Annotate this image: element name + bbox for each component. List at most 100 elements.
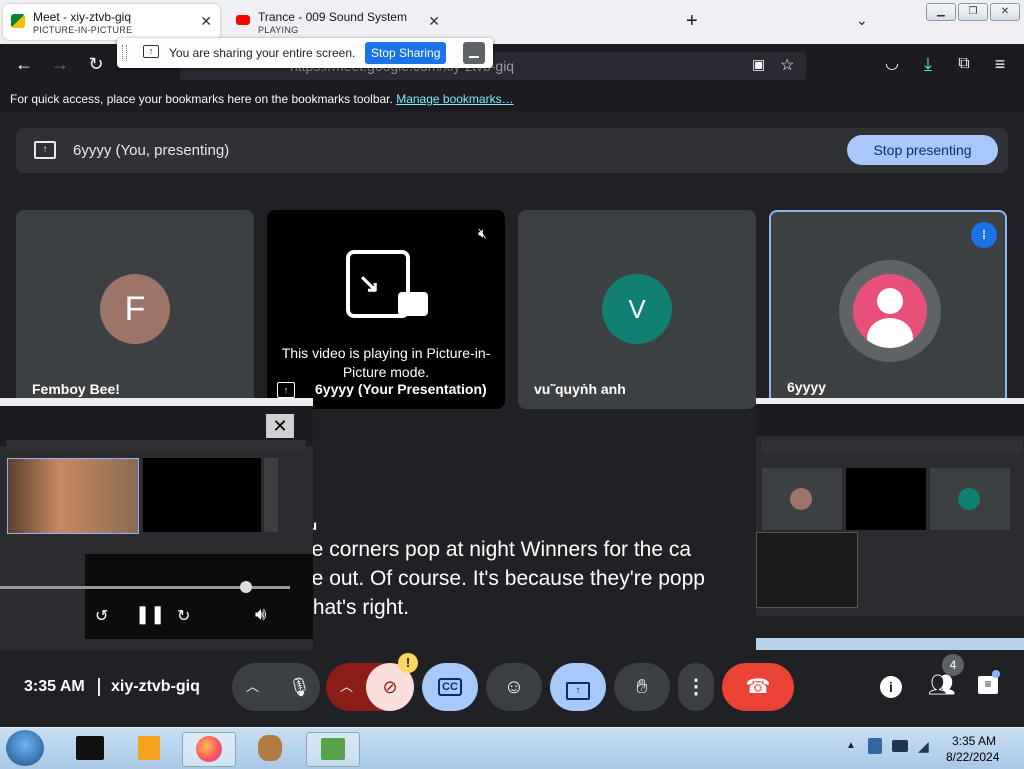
warning-badge: !: [398, 653, 418, 673]
tab-title: Meet - xiy-ztvb-giq: [33, 10, 132, 24]
camera-button[interactable]: ︿ ⊘ !: [326, 653, 418, 711]
chevron-up-icon[interactable]: ︿: [340, 663, 353, 711]
mini-tile: [7, 458, 139, 534]
share-screen-icon: ↑: [143, 45, 159, 58]
stop-presenting-button[interactable]: Stop presenting: [847, 135, 998, 165]
end-call-icon: ☎︎: [745, 676, 771, 698]
pip-close-button[interactable]: ✕: [266, 414, 294, 438]
minimize-window-icon[interactable]: ▁: [926, 3, 956, 21]
mic-button[interactable]: ︿ 🎙︎: [232, 663, 320, 711]
participant-tile[interactable]: F Femboy Bee!: [16, 210, 254, 409]
avatar: [839, 260, 941, 362]
present-screen-icon: ↑: [566, 682, 590, 700]
microphone-icon: 🎙︎: [288, 677, 311, 697]
close-window-icon[interactable]: ✕: [990, 3, 1020, 21]
star-icon[interactable]: ☆: [780, 55, 794, 75]
meeting-code: xiy-ztvb-giq: [111, 678, 200, 695]
seek-forward-icon[interactable]: ↻: [177, 606, 190, 626]
participant-name: 6yyyy: [787, 379, 826, 395]
tray-expand-icon[interactable]: ▲: [846, 740, 856, 751]
avatar: F: [100, 274, 170, 344]
stop-sharing-button[interactable]: Stop Sharing: [365, 42, 447, 64]
participant-tile-self[interactable]: ⁞ 6yyyy: [769, 210, 1007, 409]
caption-speaker: ou: [300, 515, 760, 535]
muted-icon: 🔇︎: [478, 225, 487, 241]
chevron-down-icon[interactable]: ⌄: [856, 12, 868, 29]
close-tab-icon[interactable]: ✕: [200, 13, 212, 30]
restore-window-icon[interactable]: ❐: [958, 3, 988, 21]
taskbar-app-terminal[interactable]: [64, 732, 116, 765]
hand-icon: ✋︎: [636, 676, 648, 698]
drag-handle-icon[interactable]: [122, 45, 127, 61]
seek-slider[interactable]: [0, 581, 290, 593]
tab-subtitle: PLAYING: [258, 25, 299, 35]
network-icon[interactable]: [892, 740, 908, 752]
caption-line: That's right.: [300, 596, 410, 619]
bookmarks-hint: For quick access, place your bookmarks h…: [10, 92, 393, 106]
forward-icon[interactable]: →: [48, 52, 72, 76]
more-vert-icon: ⋮: [686, 676, 706, 698]
new-tab-icon[interactable]: +: [686, 10, 698, 33]
screen-share-preview-right: [756, 398, 1024, 656]
manage-bookmarks-link[interactable]: Manage bookmarks…: [396, 92, 513, 106]
screen-share-preview-left: ✕ ↺ ❚❚ ↻ 🔊︎: [0, 398, 313, 653]
download-icon[interactable]: ⤓: [916, 52, 940, 76]
mini-tile: [264, 458, 278, 532]
pocket-icon[interactable]: ◡: [880, 52, 904, 76]
windows-taskbar: ▲ ◢ 3:35 AM 8/22/2024: [0, 727, 1024, 769]
mini-tile: [762, 468, 842, 530]
closed-captions-icon: CC: [438, 678, 462, 696]
taskbar-clock-date[interactable]: 8/22/2024: [946, 750, 999, 764]
tray-icon[interactable]: [868, 738, 882, 754]
meeting-time: 3:35 AM: [24, 678, 85, 695]
mini-pip: [756, 532, 858, 608]
taskbar-app-checker[interactable]: [306, 732, 360, 767]
chat-notification-dot: [992, 670, 1000, 678]
info-icon[interactable]: i: [880, 676, 902, 698]
start-button[interactable]: [6, 730, 44, 766]
live-captions: ou he corners pop at night Winners for t…: [300, 515, 760, 622]
meet-favicon-icon: [11, 14, 25, 28]
seek-back-icon[interactable]: ↺: [95, 606, 108, 626]
close-tab-icon[interactable]: ✕: [428, 13, 440, 30]
participant-name: vu˜quyṅh anh: [534, 381, 626, 397]
volume-tray-icon[interactable]: ◢: [918, 738, 929, 755]
participant-tile[interactable]: V vu˜quyṅh anh: [518, 210, 756, 409]
volume-icon[interactable]: 🔊︎: [255, 604, 266, 625]
picture-in-picture-icon: ↘: [346, 250, 428, 318]
reload-icon[interactable]: ↻: [84, 52, 108, 76]
reader-view-icon[interactable]: ▣: [752, 56, 765, 73]
present-button[interactable]: ↑: [550, 663, 606, 711]
pause-icon[interactable]: ❚❚: [135, 604, 165, 625]
tab-subtitle: PICTURE-IN-PICTURE: [33, 25, 133, 35]
participant-name: Femboy Bee!: [32, 381, 120, 397]
extensions-icon[interactable]: ⧉: [952, 52, 976, 76]
present-icon: ↑: [34, 141, 56, 159]
mini-browser-chrome: [756, 398, 1024, 436]
caption-line: ne out. Of course. It's because they're …: [300, 567, 705, 590]
presentation-tile[interactable]: 🔇︎ ↘ This video is playing in Picture-in…: [267, 210, 505, 409]
tab-title: Trance - 009 Sound System Dre: [258, 10, 408, 24]
mini-tile: [930, 468, 1010, 530]
emoji-icon: ☺: [503, 676, 525, 698]
more-options-button[interactable]: ⋮: [678, 663, 714, 711]
tab-meet[interactable]: Meet - xiy-ztvb-giq PICTURE-IN-PICTURE ✕: [3, 4, 220, 40]
mini-tile: [846, 468, 926, 530]
taskbar-app-game[interactable]: [244, 732, 296, 765]
raise-hand-button[interactable]: ✋︎: [614, 663, 670, 711]
menu-icon[interactable]: ≡: [988, 52, 1012, 76]
taskbar-app-firefox[interactable]: [182, 732, 236, 767]
tab-youtube[interactable]: Trance - 009 Sound System Dre PLAYING ✕: [228, 4, 448, 40]
reactions-button[interactable]: ☺: [486, 663, 542, 711]
back-icon[interactable]: ←: [12, 52, 36, 76]
taskbar-clock-time[interactable]: 3:35 AM: [952, 734, 996, 748]
pip-player: ↺ ❚❚ ↻ 🔊︎: [85, 554, 313, 639]
divider: [98, 678, 100, 696]
chevron-up-icon[interactable]: ︿: [246, 663, 259, 711]
chat-icon[interactable]: ≡: [978, 676, 998, 694]
leave-call-button[interactable]: ☎︎: [722, 663, 794, 711]
hide-bar-button[interactable]: [463, 42, 485, 64]
captions-button[interactable]: CC: [422, 663, 478, 711]
caption-line: he corners pop at night Winners for the …: [300, 538, 692, 561]
taskbar-app-media[interactable]: [122, 732, 174, 765]
